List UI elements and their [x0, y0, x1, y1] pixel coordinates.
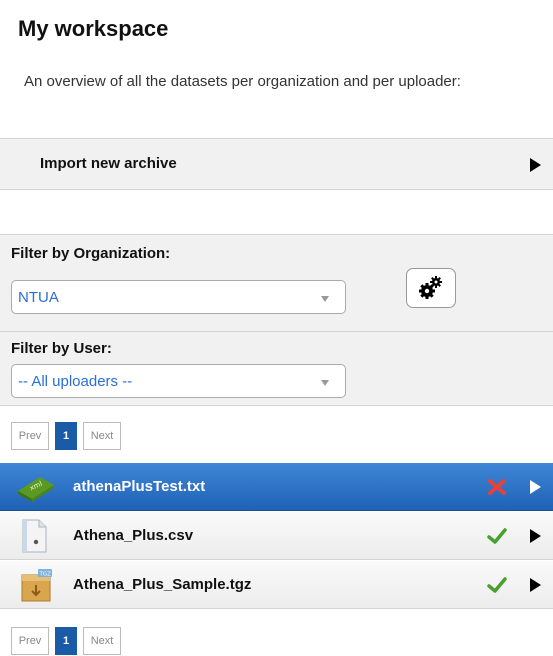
organization-select-value: NTUA [18, 289, 59, 306]
check-icon [487, 528, 507, 544]
file-name: Athena_Plus.csv [73, 527, 194, 544]
check-icon [487, 577, 507, 593]
file-name: Athena_Plus_Sample.tgz [73, 576, 252, 593]
import-archive-row[interactable]: Import new archive [0, 138, 553, 190]
file-row[interactable]: Athena_Plus.csv [0, 512, 553, 560]
chevron-right-icon [530, 529, 541, 543]
next-page-button[interactable]: Next [83, 422, 121, 450]
svg-text:TGZ: TGZ [39, 572, 52, 578]
dropdown-caret-icon [321, 380, 329, 386]
page-1-button[interactable]: 1 [55, 422, 77, 450]
archive-file-icon: TGZ [21, 569, 52, 602]
page-title: My workspace [18, 16, 169, 41]
error-x-icon [488, 479, 506, 495]
user-select-value: -- All uploaders -- [18, 373, 133, 390]
settings-button[interactable] [406, 268, 456, 308]
dropdown-caret-icon [321, 296, 329, 302]
file-name: athenaPlusTest.txt [73, 478, 206, 495]
page-description: An overview of all the datasets per orga… [24, 73, 461, 90]
xml-file-icon: xml [18, 477, 54, 502]
filter-divider [0, 331, 553, 332]
user-select[interactable]: -- All uploaders -- [11, 364, 346, 398]
import-archive-label: Import new archive [40, 155, 177, 172]
chevron-right-icon [530, 158, 541, 172]
user-filter-label: Filter by User: [11, 340, 112, 357]
file-row[interactable]: xml athenaPlusTest.txt [0, 463, 553, 511]
organization-filter-label: Filter by Organization: [11, 245, 171, 262]
prev-page-button[interactable]: Prev [11, 422, 49, 450]
csv-file-icon [22, 519, 47, 553]
organization-select[interactable]: NTUA [11, 280, 346, 314]
page-1-button[interactable]: 1 [55, 627, 77, 655]
chevron-right-icon [530, 578, 541, 592]
file-row[interactable]: TGZ Athena_Plus_Sample.tgz [0, 561, 553, 609]
gears-icon [419, 276, 442, 299]
prev-page-button[interactable]: Prev [11, 627, 49, 655]
next-page-button[interactable]: Next [83, 627, 121, 655]
chevron-right-icon [530, 480, 541, 494]
filter-panel: Filter by Organization: NTUA Filter by U… [0, 234, 553, 406]
